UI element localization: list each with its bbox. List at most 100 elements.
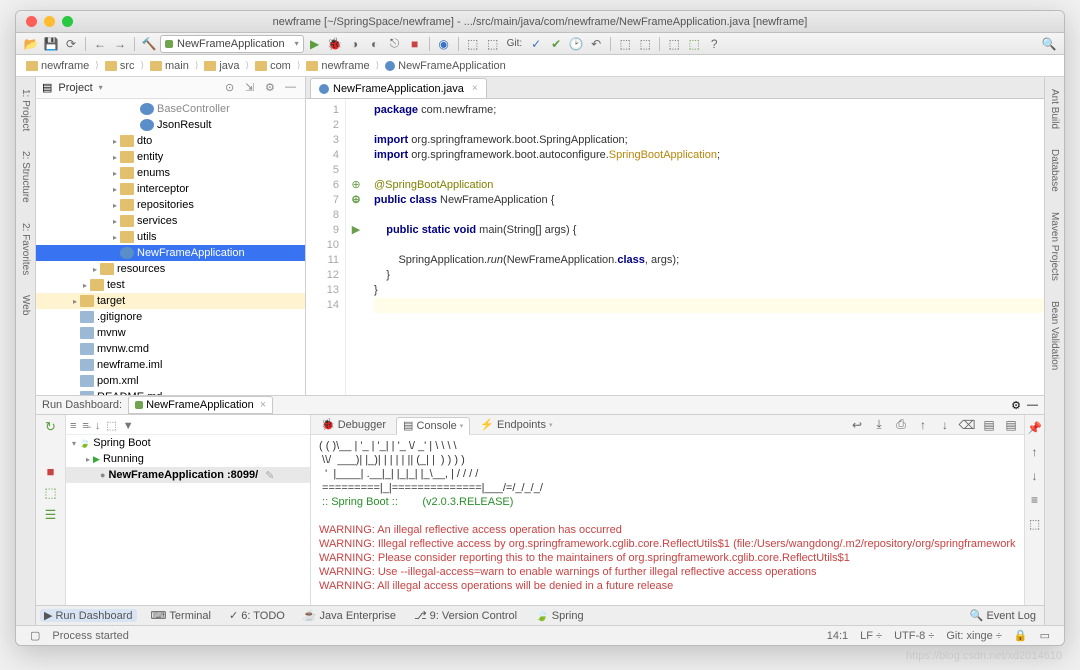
editor-gutter[interactable]: ⊕ ⚙⊕ ▶ — [346, 99, 366, 395]
tree-node[interactable]: BaseController — [36, 101, 305, 117]
tool-tab[interactable]: Database — [1047, 143, 1062, 198]
close-tab-icon[interactable]: × — [472, 83, 478, 94]
run-config-selector[interactable]: NewFrameApplication — [160, 35, 304, 53]
tree-node[interactable]: ▸repositories — [36, 197, 305, 213]
expand-icon[interactable]: ▸ — [110, 233, 120, 242]
filter-icon[interactable]: ▤ — [980, 416, 998, 434]
line-ending[interactable]: LF ÷ — [860, 630, 882, 642]
up-icon[interactable]: ↑ — [914, 416, 932, 434]
bottom-tab[interactable]: 🍃Spring — [531, 609, 588, 622]
filter-icon[interactable]: ≡̵ — [82, 420, 88, 432]
filter-icon[interactable] — [43, 441, 59, 457]
tree-node[interactable]: ▸dto — [36, 133, 305, 149]
settings-icon[interactable]: ⚙ — [265, 81, 279, 95]
hide-icon[interactable]: — — [1027, 399, 1038, 411]
tree-node[interactable]: pom.xml — [36, 373, 305, 389]
save-icon[interactable]: 💾 — [42, 35, 60, 53]
profile-icon[interactable]: ◐ — [366, 35, 384, 53]
tree-node[interactable]: ▸interceptor — [36, 181, 305, 197]
bottom-tab[interactable]: ✓6: TODO — [225, 609, 289, 622]
minimize-icon[interactable] — [44, 16, 55, 27]
cursor-position[interactable]: 14:1 — [827, 630, 848, 642]
down-icon[interactable]: ↓ — [936, 416, 954, 434]
settings-icon[interactable]: ⚙ — [1011, 399, 1021, 412]
expand-icon[interactable]: ▸ — [110, 217, 120, 226]
down-icon[interactable]: ↓ — [1026, 467, 1044, 485]
soft-wrap-icon[interactable]: ↩ — [848, 416, 866, 434]
code-text[interactable]: package com.newframe; import org.springf… — [366, 99, 1044, 395]
console-tab[interactable]: 🐞Debugger — [315, 416, 392, 434]
tree-node[interactable]: mvnw — [36, 325, 305, 341]
structure-icon[interactable]: ⬚ — [616, 35, 634, 53]
tool-tab[interactable]: 2: Favorites — [18, 217, 33, 281]
expand-icon[interactable]: ▸ — [110, 137, 120, 146]
coverage-icon[interactable]: ◑ — [346, 35, 364, 53]
vcs-icon[interactable]: ⬚ — [464, 35, 482, 53]
expand-icon[interactable]: ▸ — [110, 153, 120, 162]
tree-node[interactable]: ▸entity — [36, 149, 305, 165]
console-tab[interactable]: ▤Console▾ — [396, 417, 470, 435]
tree-node[interactable]: newframe.iml — [36, 357, 305, 373]
code-area[interactable]: 1234567891011121314 ⊕ ⚙⊕ ▶ package com.n… — [306, 99, 1044, 395]
bookmark-icon[interactable]: 📌 — [1026, 419, 1044, 437]
tree-node[interactable]: ▸test — [36, 277, 305, 293]
tree-node[interactable]: NewFrameApplication — [36, 245, 305, 261]
editor-tab[interactable]: NewFrameApplication.java × — [310, 78, 487, 98]
collapse-icon[interactable]: ⇲ — [245, 81, 259, 95]
tree-node[interactable]: ▸resources — [36, 261, 305, 277]
tool-tab[interactable]: Web — [18, 289, 33, 321]
hide-icon[interactable]: — — [285, 81, 299, 95]
breadcrumb-item[interactable]: main — [146, 60, 193, 72]
console-tab[interactable]: ⚡Endpoints▾ — [474, 416, 558, 434]
breadcrumb-item[interactable]: src — [101, 60, 139, 72]
git-update-icon[interactable]: ✓ — [527, 35, 545, 53]
expand-icon[interactable]: ▸ — [90, 265, 100, 274]
layout-icon[interactable]: ≡ — [1026, 491, 1044, 509]
bottom-tab[interactable]: ☕Java Enterprise — [299, 609, 400, 622]
tool-tab[interactable]: Ant Build — [1047, 83, 1062, 135]
deploy-icon[interactable]: ⬚ — [665, 35, 683, 53]
lock-icon[interactable]: 🔒 — [1014, 629, 1028, 642]
services-icon[interactable]: ⬚ — [685, 35, 703, 53]
tree-node[interactable]: .gitignore — [36, 309, 305, 325]
breadcrumb-item[interactable]: NewFrameApplication — [381, 60, 510, 72]
search-icon[interactable]: 🔍 — [1040, 35, 1058, 53]
dash-tree-node[interactable]: ▾🍃Spring Boot — [66, 435, 310, 451]
run-dash-tab[interactable]: NewFrameApplication × — [128, 396, 273, 414]
attach-icon[interactable]: ⎋ — [386, 35, 404, 53]
breadcrumb-item[interactable]: com — [251, 60, 295, 72]
bottom-tab[interactable]: ⎇9: Version Control — [410, 609, 521, 622]
more-icon[interactable]: ☰ — [43, 507, 59, 523]
stop-icon[interactable]: ■ — [406, 35, 424, 53]
meter-icon[interactable]: ▭ — [1040, 629, 1050, 642]
stop-icon[interactable]: ■ — [43, 463, 59, 479]
settings-icon[interactable]: ⬚ — [1026, 515, 1044, 533]
tree-node[interactable]: mvnw.cmd — [36, 341, 305, 357]
expand-icon[interactable]: ▸ — [110, 201, 120, 210]
event-log-tab[interactable]: 🔍Event Log — [966, 609, 1040, 622]
dash-tree[interactable]: ≡≡̵↓⬚▼ ▾🍃Spring Boot▸▶Running●NewFrameAp… — [66, 415, 311, 605]
scroll-end-icon[interactable]: ⤓ — [870, 416, 888, 434]
project-tree[interactable]: BaseControllerJsonResult▸dto▸entity▸enum… — [36, 99, 305, 395]
close-icon[interactable]: × — [260, 399, 266, 411]
expand-icon[interactable]: ▸ — [110, 169, 120, 178]
git-branch[interactable]: Git: xinge ÷ — [946, 630, 1002, 642]
git-revert-icon[interactable]: ↶ — [587, 35, 605, 53]
update-icon[interactable]: ◉ — [435, 35, 453, 53]
build-icon[interactable]: 🔨 — [140, 35, 158, 53]
tool-tab[interactable]: Bean Validation — [1047, 295, 1062, 376]
tree-node[interactable]: ▸target — [36, 293, 305, 309]
filter-icon[interactable]: ↓ — [95, 420, 101, 432]
expand-icon[interactable]: ▸ — [70, 297, 80, 306]
back-icon[interactable]: ← — [91, 35, 109, 53]
breadcrumb-item[interactable]: java — [200, 60, 243, 72]
close-icon[interactable] — [26, 16, 37, 27]
up-icon[interactable]: ↑ — [1026, 443, 1044, 461]
locate-icon[interactable]: ⊙ — [225, 81, 239, 95]
run-icon[interactable]: ▶ — [306, 35, 324, 53]
git-history-icon[interactable]: 🕑 — [567, 35, 585, 53]
layout-icon[interactable]: ⬚ — [43, 485, 59, 501]
print-icon[interactable]: ⎙ — [892, 416, 910, 434]
tools-icon[interactable]: ⬚ — [636, 35, 654, 53]
history-icon[interactable]: ⬚ — [484, 35, 502, 53]
